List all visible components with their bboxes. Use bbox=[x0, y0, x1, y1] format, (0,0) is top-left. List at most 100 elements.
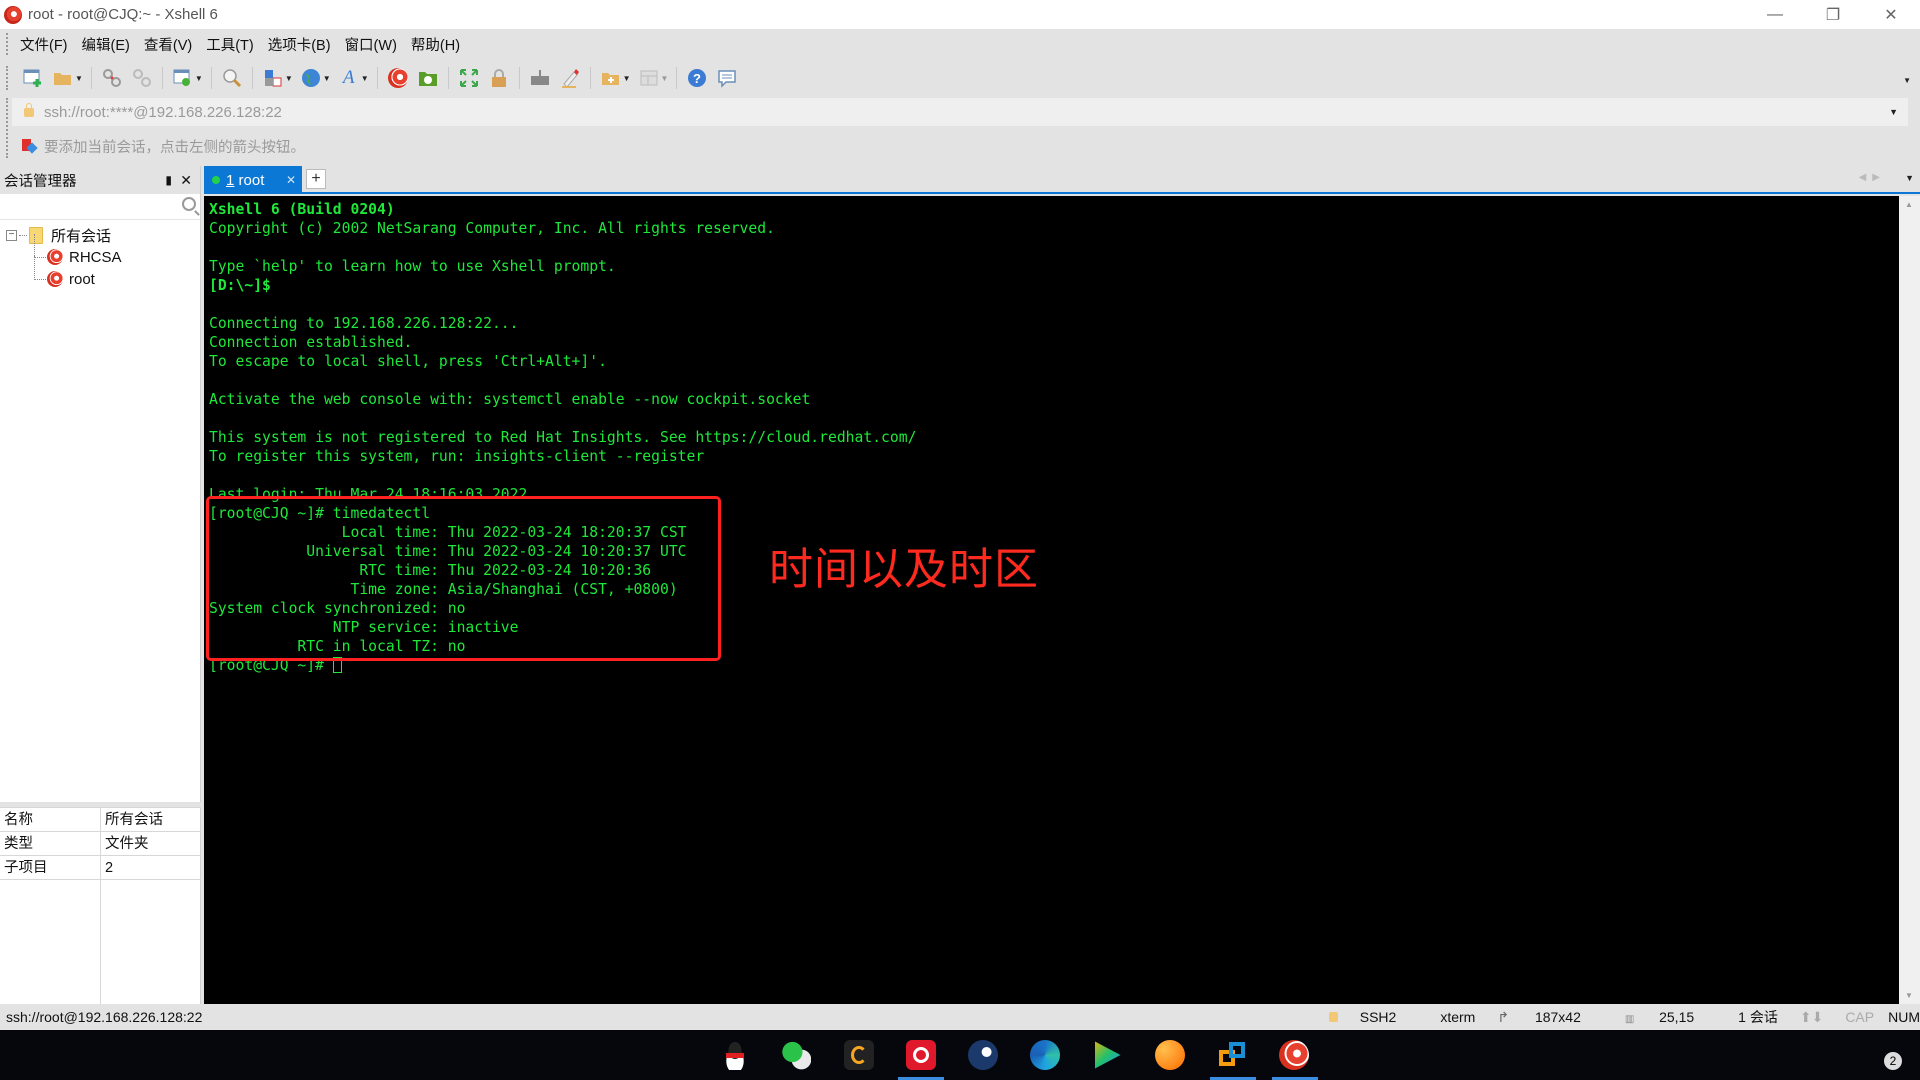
address-dropdown-icon[interactable]: ▼ bbox=[1889, 107, 1898, 117]
find-icon[interactable] bbox=[221, 67, 243, 89]
terminal-line: Type `help' to learn how to use Xshell p… bbox=[209, 258, 616, 275]
properties-dropdown-icon[interactable]: ▼ bbox=[195, 74, 203, 83]
taskbar-gameviewer-icon[interactable] bbox=[844, 1040, 874, 1070]
status-cursor-pos: ▥ 25,15 bbox=[1624, 1009, 1695, 1025]
taskbar-vmware-icon[interactable] bbox=[1217, 1040, 1247, 1070]
menu-bar: 文件(F) 编辑(E) 查看(V) 工具(T) 选项卡(B) 窗口(W) 帮助(… bbox=[0, 29, 1920, 59]
xftp-icon[interactable] bbox=[417, 67, 439, 89]
lock-icon[interactable] bbox=[488, 67, 510, 89]
open-folder-icon[interactable] bbox=[52, 67, 74, 89]
status-terminal-type: xterm bbox=[1440, 1009, 1476, 1025]
properties-grid: 名称 所有会话 类型 文件夹 子项目 2 bbox=[0, 802, 201, 1010]
status-sessions: 1 会话 bbox=[1738, 1009, 1778, 1025]
session-properties-icon[interactable] bbox=[172, 67, 194, 89]
reconnect-icon[interactable] bbox=[131, 67, 153, 89]
terminal-scrollbar[interactable]: ▲ ▼ bbox=[1899, 196, 1920, 1004]
help-icon[interactable]: ? bbox=[686, 67, 708, 89]
layout-icon[interactable] bbox=[638, 67, 660, 89]
menu-window[interactable]: 窗口(W) bbox=[345, 34, 397, 55]
scroll-up-icon[interactable]: ▲ bbox=[1905, 200, 1913, 209]
taskbar-steam-icon[interactable] bbox=[968, 1040, 998, 1070]
menu-tools[interactable]: 工具(T) bbox=[206, 34, 254, 55]
taskbar-wechat-icon[interactable] bbox=[781, 1040, 811, 1070]
property-row: 子项目 2 bbox=[0, 856, 201, 880]
open-dropdown-icon[interactable]: ▼ bbox=[75, 74, 83, 83]
new-folder-icon[interactable] bbox=[600, 67, 622, 89]
menu-file[interactable]: 文件(F) bbox=[20, 34, 68, 55]
font-icon[interactable]: A bbox=[338, 67, 360, 89]
xshell-session-icon bbox=[47, 249, 63, 265]
taskbar-edge-icon[interactable] bbox=[1030, 1040, 1060, 1070]
tree-item-all-sessions[interactable]: − 所有会话 bbox=[0, 224, 200, 246]
taskbar-lingxi-icon[interactable] bbox=[1155, 1040, 1185, 1070]
notification-badge[interactable]: 2 bbox=[1884, 1052, 1902, 1070]
minimize-button[interactable]: — bbox=[1746, 0, 1804, 29]
address-input[interactable]: ssh://root:****@192.168.226.128:22 bbox=[44, 104, 282, 121]
tree-item-label: root bbox=[69, 270, 95, 288]
new-session-icon[interactable] bbox=[22, 67, 44, 89]
address-bar[interactable]: ssh://root:****@192.168.226.128:22 ▼ bbox=[12, 98, 1908, 126]
disconnect-icon[interactable] bbox=[101, 67, 123, 89]
toolbar-overflow-icon[interactable]: ▼ bbox=[1903, 76, 1911, 85]
property-key: 名称 bbox=[0, 808, 101, 831]
terminal-line: [D:\~]$ bbox=[209, 277, 271, 294]
new-tab-button[interactable]: + bbox=[306, 169, 326, 189]
session-search-input[interactable] bbox=[0, 194, 200, 220]
annotation-highlight-box bbox=[206, 496, 721, 661]
taskbar-tencent-video-icon[interactable] bbox=[1095, 1041, 1121, 1069]
collapse-icon[interactable]: − bbox=[6, 229, 17, 241]
tree-item-label: 所有会话 bbox=[51, 227, 112, 245]
menu-help[interactable]: 帮助(H) bbox=[411, 34, 460, 55]
windows-taskbar: 2 bbox=[0, 1030, 1920, 1080]
fullscreen-icon[interactable] bbox=[458, 67, 480, 89]
terminal-line: Connecting to 192.168.226.128:22... bbox=[209, 315, 519, 332]
pin-icon[interactable]: ▮ bbox=[165, 173, 172, 187]
xshell-icon[interactable] bbox=[387, 67, 409, 89]
transfer-dropdown-icon[interactable]: ▼ bbox=[285, 74, 293, 83]
restore-button[interactable]: ❐ bbox=[1804, 0, 1862, 29]
close-tab-icon[interactable]: ✕ bbox=[286, 173, 296, 187]
globe-icon[interactable] bbox=[300, 67, 322, 89]
font-dropdown-icon[interactable]: ▼ bbox=[361, 74, 369, 83]
chat-icon[interactable] bbox=[716, 67, 738, 89]
taskbar-xshell-icon[interactable] bbox=[1279, 1040, 1309, 1070]
tree-item-rhcsa[interactable]: RHCSA bbox=[0, 234, 200, 268]
property-key: 子项目 bbox=[0, 856, 101, 879]
globe-dropdown-icon[interactable]: ▼ bbox=[323, 74, 331, 83]
menu-view[interactable]: 查看(V) bbox=[144, 34, 192, 55]
taskbar-netease-music-icon[interactable] bbox=[906, 1040, 936, 1070]
tab-scroll-arrows[interactable]: ◀▶ bbox=[1859, 172, 1886, 183]
layout-dropdown-icon[interactable]: ▼ bbox=[661, 74, 669, 83]
status-size: ↱ 187x42 bbox=[1497, 1008, 1581, 1025]
scroll-down-icon[interactable]: ▼ bbox=[1905, 991, 1913, 1000]
lock-icon bbox=[24, 102, 34, 117]
terminal-line: Copyright (c) 2002 NetSarang Computer, I… bbox=[209, 220, 775, 237]
title-bar: root - root@CJQ:~ - Xshell 6 — ❐ ✕ bbox=[0, 0, 1920, 29]
session-manager-title: 会话管理器 bbox=[4, 173, 77, 190]
tab-strip: 1 root ✕ + ◀▶ ▼ bbox=[204, 166, 1920, 194]
keyboard-icon[interactable] bbox=[529, 67, 551, 89]
close-panel-icon[interactable]: ✕ bbox=[180, 172, 192, 189]
taskbar-qq-icon[interactable] bbox=[720, 1040, 750, 1070]
highlight-pen-icon[interactable] bbox=[559, 67, 581, 89]
tab-root[interactable]: 1 root ✕ bbox=[204, 166, 302, 194]
menu-edit[interactable]: 编辑(E) bbox=[82, 34, 130, 55]
toolbar-grip[interactable] bbox=[6, 66, 8, 90]
tab-list-dropdown-icon[interactable]: ▼ bbox=[1905, 173, 1914, 183]
menu-tabs[interactable]: 选项卡(B) bbox=[268, 34, 331, 55]
property-value: 所有会话 bbox=[105, 812, 163, 828]
menubar-grip[interactable] bbox=[6, 33, 8, 55]
session-manager-panel: 会话管理器 ▮ ✕ − 所有会话 RHCSA root 名称 所有会话 类型 文… bbox=[0, 166, 201, 1010]
tree-item-root[interactable]: root bbox=[0, 256, 200, 290]
add-session-arrow-icon[interactable] bbox=[22, 139, 36, 153]
xshell-session-icon bbox=[47, 271, 63, 287]
status-cap: CAP bbox=[1845, 1009, 1875, 1025]
close-button[interactable]: ✕ bbox=[1862, 0, 1920, 29]
new-folder-dropdown-icon[interactable]: ▼ bbox=[623, 74, 631, 83]
status-connection: ssh://root@192.168.226.128:22 bbox=[6, 1009, 203, 1025]
transfer-icon[interactable] bbox=[262, 67, 284, 89]
search-icon[interactable] bbox=[182, 197, 196, 211]
transfer-arrows-icon: ⬆⬇ bbox=[1799, 1008, 1824, 1025]
